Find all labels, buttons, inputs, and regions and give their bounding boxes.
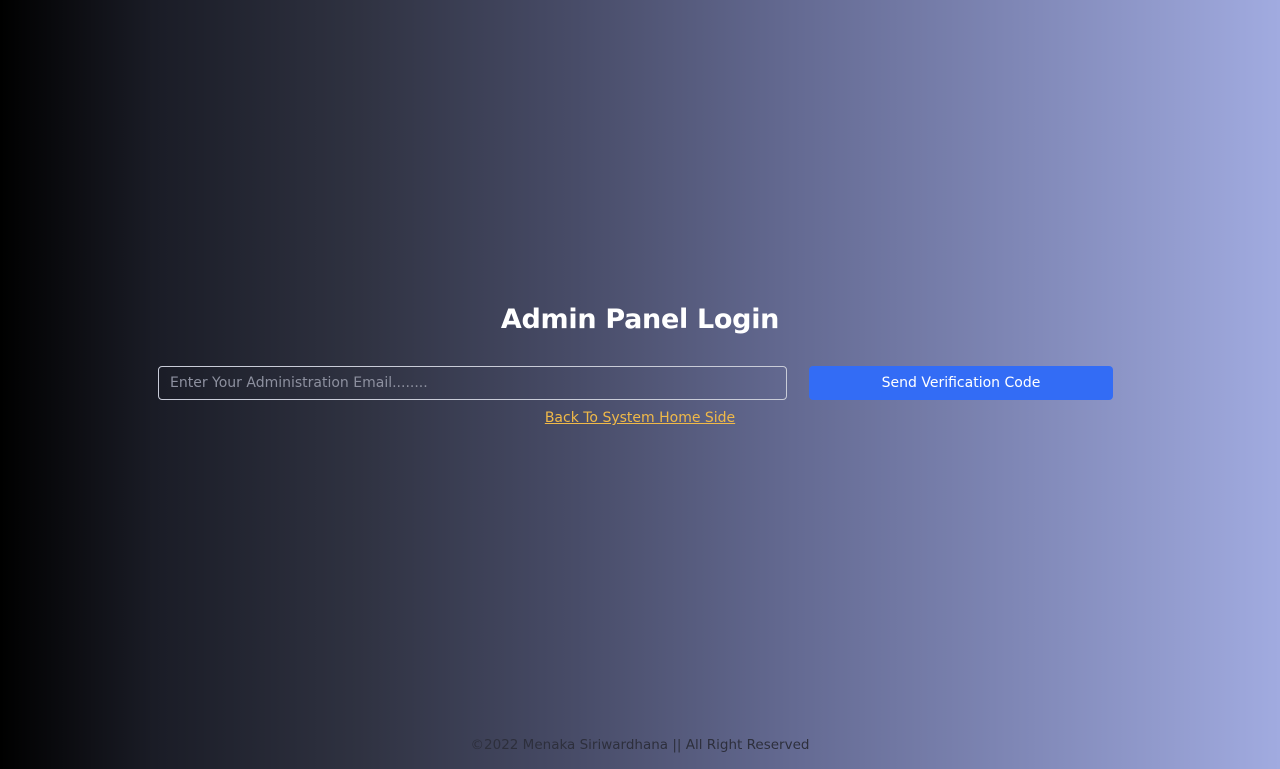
email-input[interactable] [158,366,787,400]
page-title: Admin Panel Login [500,304,780,335]
send-verification-code-button[interactable]: Send Verification Code [809,366,1113,400]
footer-copyright: ©2022 Menaka Siriwardhana || All Right R… [470,737,810,753]
back-to-home-link[interactable]: Back To System Home Side [545,410,735,426]
back-link-container: Back To System Home Side [0,409,1280,427]
